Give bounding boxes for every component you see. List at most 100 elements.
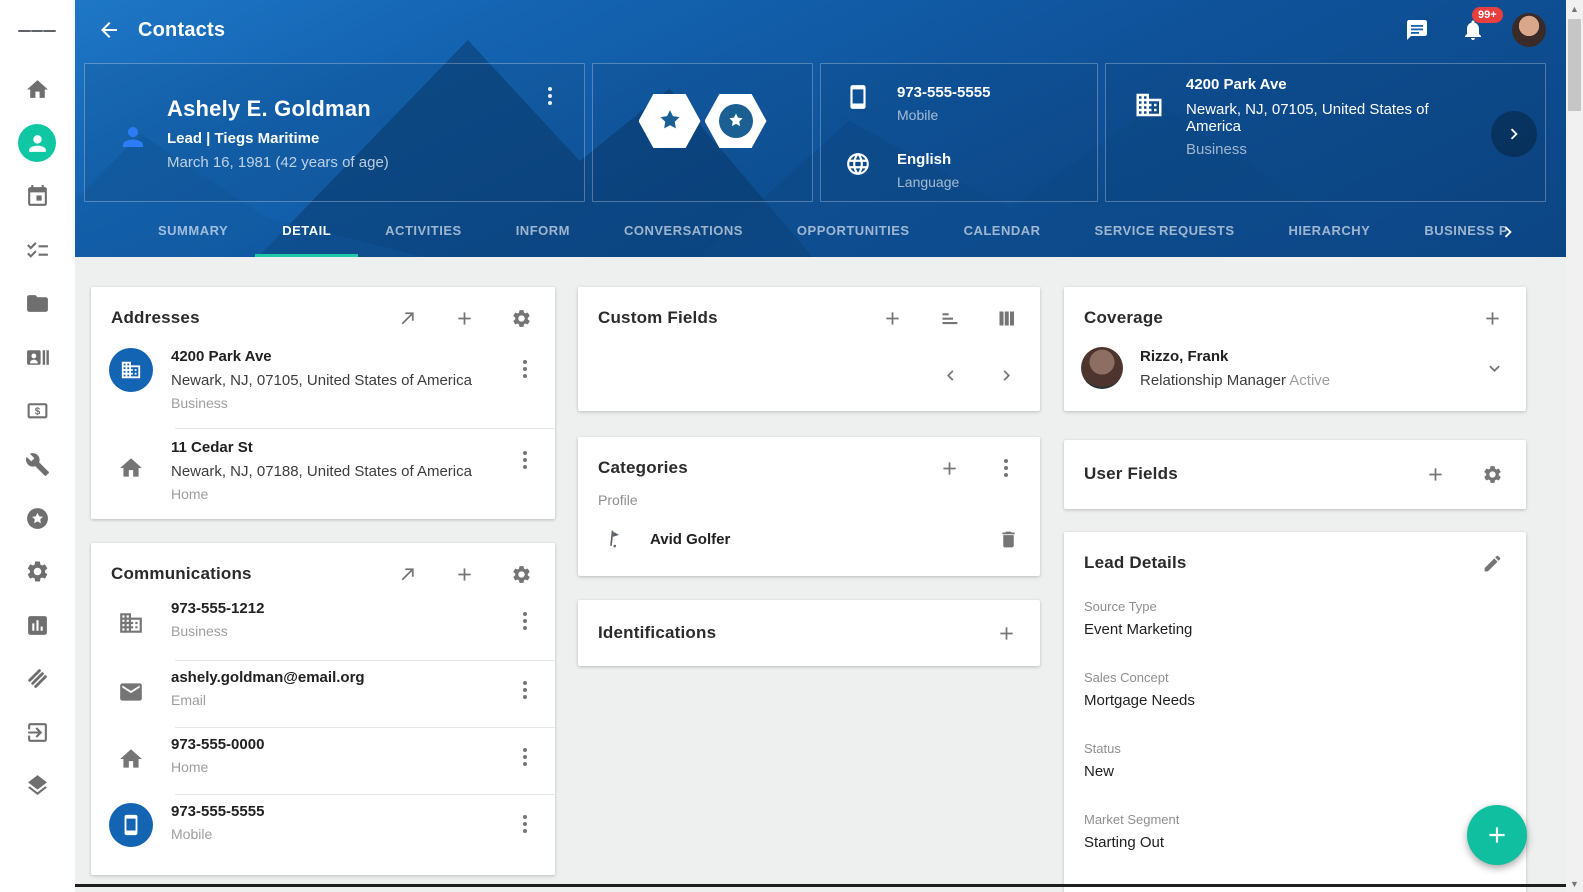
tab-detail[interactable]: DETAIL [255, 205, 358, 257]
coverage-expand-chevron-icon[interactable] [1482, 356, 1506, 380]
home-icon [91, 736, 171, 794]
scrollbar-thumb[interactable] [1568, 19, 1581, 111]
communication-kebab-icon[interactable] [513, 600, 537, 630]
category-label: Avid Golfer [650, 531, 988, 548]
coverage-card: Coverage Rizzo, Frank Relationship Manag… [1064, 287, 1526, 411]
tab-hierarchy[interactable]: HIERARCHY [1262, 205, 1398, 257]
menu-icon[interactable] [18, 12, 56, 50]
email-icon [91, 669, 171, 727]
sign-in-icon[interactable] [18, 713, 56, 751]
addresses-title: Addresses [111, 308, 395, 328]
scroll-up-icon[interactable]: ▲ [1566, 0, 1583, 17]
layers-icon[interactable] [18, 766, 56, 804]
add-communication-icon[interactable] [452, 562, 476, 586]
category-row[interactable]: Avid Golfer [578, 514, 1040, 564]
communication-value: 973-555-1212 [171, 600, 505, 617]
lead-field: Market Segment Starting Out [1084, 812, 1506, 851]
lead-field-label: Sales Concept [1084, 670, 1506, 685]
address-row-kebab-icon[interactable] [513, 348, 537, 378]
contacts-icon[interactable] [18, 124, 56, 162]
coverage-row[interactable]: Rizzo, Frank Relationship Manager Active [1064, 340, 1526, 396]
add-fab-button[interactable] [1467, 805, 1527, 865]
documents-folder-icon[interactable] [18, 284, 56, 322]
communication-kebab-icon[interactable] [513, 669, 537, 699]
rewards-star-icon[interactable] [18, 499, 56, 537]
address-line1: 4200 Park Ave [171, 348, 505, 365]
add-category-icon[interactable] [937, 456, 961, 480]
building-icon [91, 600, 171, 660]
scroll-down-icon[interactable]: ▼ [1566, 875, 1583, 892]
columns-icon[interactable] [994, 306, 1018, 330]
settings-gear-icon[interactable] [18, 552, 56, 590]
sort-icon[interactable] [937, 306, 961, 330]
chat-icon[interactable] [1400, 13, 1434, 47]
horizontal-scrollbar[interactable] [75, 884, 1566, 887]
coverage-role: Relationship Manager [1140, 372, 1286, 389]
tab-summary[interactable]: SUMMARY [131, 205, 255, 257]
addresses-card: Addresses 4200 Park Ave Newark, NJ, 0710… [91, 287, 555, 519]
back-arrow-icon[interactable] [91, 12, 127, 48]
communication-kebab-icon[interactable] [513, 803, 537, 833]
home-icon [91, 439, 171, 515]
communication-row[interactable]: 973-555-1212 Business [91, 596, 555, 660]
tabs-overflow-chevron-icon[interactable] [1494, 218, 1522, 246]
tab-service-requests[interactable]: SERVICE REQUESTS [1068, 205, 1262, 257]
hexagon-star-badge[interactable] [639, 94, 701, 148]
addresses-settings-icon[interactable] [509, 306, 533, 330]
lead-details-card: Lead Details Source Type Event Marketing… [1064, 532, 1526, 892]
communication-row[interactable]: ashely.goldman@email.org Email [91, 661, 555, 727]
tab-opportunities[interactable]: OPPORTUNITIES [770, 205, 937, 257]
tab-calendar[interactable]: CALENDAR [937, 205, 1068, 257]
billing-icon[interactable]: $ [18, 391, 56, 429]
language-value: English [897, 151, 959, 168]
contact-subtitle: Lead | Tiegs Maritime [167, 130, 389, 147]
communication-kebab-icon[interactable] [513, 736, 537, 766]
language-label: Language [897, 174, 959, 190]
open-addresses-icon[interactable] [395, 306, 419, 330]
vertical-scrollbar[interactable]: ▲ ▼ [1566, 0, 1583, 892]
tab-conversations[interactable]: CONVERSATIONS [597, 205, 770, 257]
contact-menu-kebab-icon[interactable] [538, 82, 562, 110]
page-next-icon[interactable] [994, 363, 1018, 387]
home-icon[interactable] [18, 70, 56, 108]
tasks-icon[interactable] [18, 231, 56, 269]
add-address-icon[interactable] [452, 306, 476, 330]
notification-badge: 99+ [1472, 7, 1503, 23]
tab-activities[interactable]: ACTIVITIES [358, 205, 489, 257]
add-coverage-icon[interactable] [1480, 306, 1504, 330]
communication-row[interactable]: 973-555-5555 Mobile [91, 795, 555, 861]
page-title: Contacts [138, 19, 225, 42]
open-communications-icon[interactable] [395, 562, 419, 586]
add-custom-field-icon[interactable] [880, 306, 904, 330]
user-fields-settings-icon[interactable] [1480, 462, 1504, 486]
coverage-title: Coverage [1084, 308, 1480, 328]
user-avatar[interactable] [1512, 13, 1546, 47]
categories-kebab-icon[interactable] [994, 459, 1018, 477]
communications-title: Communications [111, 564, 395, 584]
hexagon-circle-star-badge[interactable] [705, 94, 767, 148]
tab-inform[interactable]: INFORM [489, 205, 597, 257]
communication-row[interactable]: 973-555-0000 Home [91, 728, 555, 794]
person-icon [118, 122, 148, 157]
calendar-icon[interactable] [18, 177, 56, 215]
header-address-line1: 4200 Park Ave [1186, 76, 1486, 93]
contact-card-icon[interactable] [18, 338, 56, 376]
address-row[interactable]: 4200 Park Ave Newark, NJ, 07105, United … [91, 340, 555, 428]
page-previous-icon[interactable] [938, 363, 962, 387]
address-row[interactable]: 11 Cedar St Newark, NJ, 07188, United St… [91, 429, 555, 515]
notifications-bell-icon[interactable]: 99+ [1456, 13, 1490, 47]
top-app-bar: Contacts 99+ [75, 0, 1566, 60]
edit-lead-details-icon[interactable] [1480, 551, 1504, 575]
communications-settings-icon[interactable] [509, 562, 533, 586]
delete-category-icon[interactable] [996, 527, 1020, 551]
tools-wrench-icon[interactable] [18, 445, 56, 483]
next-address-button[interactable] [1491, 111, 1537, 157]
tab-business-processes[interactable]: BUSINESS PROCESSES [1397, 205, 1507, 257]
reports-chart-icon[interactable] [18, 606, 56, 644]
add-user-field-icon[interactable] [1423, 462, 1447, 486]
address-row-kebab-icon[interactable] [513, 439, 537, 469]
app-sidebar: $ [0, 0, 75, 892]
contact-birthdate: March 16, 1981 (42 years of age) [167, 154, 389, 171]
relationships-icon[interactable] [18, 659, 56, 697]
add-identification-icon[interactable] [994, 621, 1018, 645]
